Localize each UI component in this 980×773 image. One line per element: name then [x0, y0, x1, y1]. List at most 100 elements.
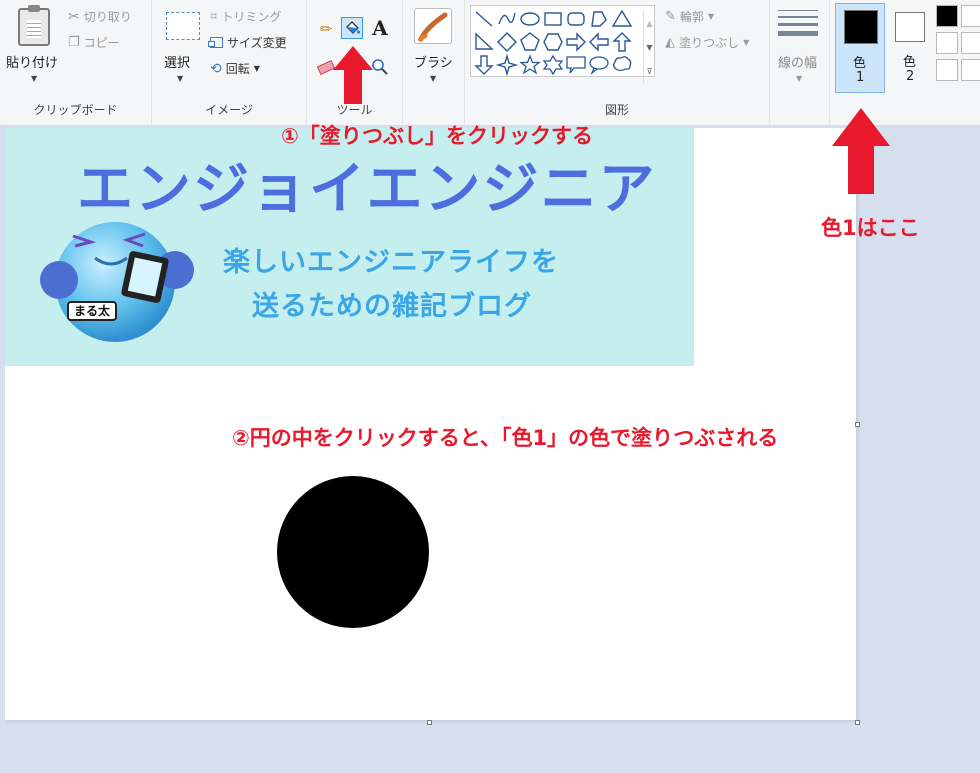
- scissors-icon: ✂: [68, 8, 80, 25]
- rect-callout-shape-icon[interactable]: [565, 54, 587, 76]
- crop-icon: ⌗: [210, 9, 218, 24]
- outline-brush-icon: ✎: [665, 9, 676, 24]
- resize-icon: [208, 37, 223, 48]
- banner-title: エンジョイエンジニア: [77, 157, 657, 222]
- brushes-label: ブラシ: [414, 56, 453, 71]
- color1-label-top: 色: [853, 56, 867, 71]
- mascot-name-tag: まる太: [67, 301, 117, 321]
- shapes-gallery-scroll[interactable]: ▲ ▼ ⊽: [643, 11, 655, 83]
- chevron-down-icon: ▼: [253, 64, 260, 73]
- rotate-button[interactable]: ⟲ 回転 ▼: [210, 60, 260, 77]
- paste-label: 貼り付け: [6, 56, 59, 71]
- palette-swatch[interactable]: [936, 32, 958, 54]
- cut-button[interactable]: ✂ 切り取り: [68, 8, 132, 25]
- color2-button[interactable]: 色 2: [888, 3, 932, 93]
- triangle-shape-icon[interactable]: [611, 8, 633, 30]
- copy-icon: ❐: [68, 35, 80, 50]
- size-group: 線の幅 ▼: [770, 0, 830, 124]
- color1-swatch: [844, 10, 878, 44]
- expand-gallery-icon[interactable]: ⊽: [647, 67, 653, 76]
- hexagon-shape-icon[interactable]: [542, 31, 564, 53]
- outline-label: 輪郭: [679, 10, 704, 24]
- shape-fill-icon: ◭: [665, 35, 675, 50]
- text-tool-icon[interactable]: A: [369, 16, 391, 40]
- color1-label-bottom: 1: [856, 70, 865, 85]
- brushes-group: ブラシ ▼: [403, 0, 465, 124]
- five-point-star-shape-icon[interactable]: [519, 54, 541, 76]
- color1-button[interactable]: 色 1: [835, 3, 885, 93]
- pencil-icon[interactable]: ✏: [315, 18, 337, 40]
- palette-swatch[interactable]: [961, 5, 980, 27]
- select-label: 選択: [164, 56, 191, 71]
- annotation-color1-note: 色1はここ: [821, 216, 920, 240]
- scroll-up-icon[interactable]: ▲: [646, 19, 652, 28]
- crop-label: トリミング: [221, 10, 282, 24]
- crop-button[interactable]: ⌗ トリミング: [210, 8, 281, 25]
- chevron-down-icon: ▼: [796, 74, 803, 83]
- chevron-down-icon: ▼: [743, 38, 750, 47]
- arrow-up-icon: [333, 46, 373, 104]
- pentagon-shape-icon[interactable]: [519, 31, 541, 53]
- color2-label-top: 色: [903, 55, 917, 70]
- fill-bucket-icon[interactable]: [341, 17, 363, 39]
- palette-swatch[interactable]: [961, 59, 980, 81]
- chevron-down-icon: ▼: [707, 12, 715, 21]
- annotation-step2: ②円の中をクリックすると、「色1」の色で塗りつぶされる: [232, 426, 779, 450]
- select-button[interactable]: 選択 ▼: [152, 0, 208, 96]
- mascot-icon: [40, 222, 194, 342]
- copy-button[interactable]: ❐ コピー: [68, 34, 120, 51]
- left-arrow-shape-icon[interactable]: [588, 31, 610, 53]
- chevron-down-icon: ▼: [31, 74, 38, 83]
- size-label: 線の幅: [778, 56, 818, 71]
- size-button[interactable]: 線の幅 ▼: [770, 0, 830, 96]
- color2-label-bottom: 2: [906, 69, 915, 84]
- up-arrow-shape-icon[interactable]: [611, 31, 633, 53]
- rotate-label: 回転: [225, 62, 250, 76]
- clipboard-group: 貼り付け ▼ ✂ 切り取り ❐ コピー クリップボード: [0, 0, 152, 124]
- chevron-down-icon: ▼: [177, 74, 184, 83]
- banner-subtitle-line2: 送るための雑記ブログ: [252, 291, 532, 322]
- outline-button[interactable]: ✎ 輪郭 ▼: [665, 8, 714, 25]
- chevron-down-icon: ▼: [430, 74, 437, 83]
- four-point-star-shape-icon[interactable]: [495, 53, 519, 77]
- shape-fill-label: 塗りつぶし: [679, 36, 740, 50]
- rectangle-shape-icon[interactable]: [542, 8, 564, 30]
- palette-swatch-black[interactable]: [936, 5, 958, 27]
- cut-label: 切り取り: [83, 10, 132, 24]
- paste-button[interactable]: 貼り付け ▼: [0, 0, 66, 96]
- cloud-callout-shape-icon[interactable]: [611, 54, 633, 76]
- shapes-group: ▲ ▼ ⊽ ✎ 輪郭 ▼ ◭ 塗りつぶし ▼ 図形: [465, 0, 770, 124]
- scroll-down-icon[interactable]: ▼: [646, 43, 652, 52]
- shape-fill-button[interactable]: ◭ 塗りつぶし ▼: [665, 34, 749, 51]
- resize-handle-right[interactable]: [855, 422, 860, 427]
- clipboard-icon: [18, 5, 50, 46]
- copy-label: コピー: [83, 36, 120, 50]
- six-point-star-shape-icon[interactable]: [542, 54, 564, 76]
- resize-label: サイズ変更: [227, 36, 287, 50]
- brushes-button[interactable]: ブラシ ▼: [403, 0, 465, 96]
- shapes-gallery: ▲ ▼ ⊽: [470, 5, 655, 83]
- palette-swatch[interactable]: [961, 32, 980, 54]
- clipboard-group-label: クリップボード: [33, 103, 118, 117]
- palette-swatch[interactable]: [936, 59, 958, 81]
- right-arrow-shape-icon[interactable]: [565, 31, 587, 53]
- annotation-step1: ①「塗りつぶし」をクリックする: [281, 124, 593, 148]
- line-shape-icon[interactable]: [473, 8, 495, 30]
- diamond-shape-icon[interactable]: [496, 31, 518, 53]
- resize-button[interactable]: サイズ変更: [208, 34, 287, 51]
- black-circle[interactable]: [275, 474, 431, 630]
- blog-banner: エンジョイエンジニア まる太 楽しいエンジニアライフを 送るための雑記ブログ: [5, 128, 694, 366]
- rotate-icon: ⟲: [210, 60, 222, 77]
- image-group: 選択 ▼ ⌗ トリミング サイズ変更 ⟲ 回転 ▼ イメージ: [152, 0, 307, 124]
- oval-shape-icon[interactable]: [519, 8, 541, 30]
- resize-handle-corner[interactable]: [855, 720, 860, 725]
- image-group-label: イメージ: [205, 103, 253, 117]
- oval-callout-shape-icon[interactable]: [588, 54, 610, 76]
- rounded-rectangle-shape-icon[interactable]: [565, 8, 587, 30]
- curve-shape-icon[interactable]: [496, 8, 518, 30]
- polygon-shape-icon[interactable]: [588, 8, 610, 30]
- resize-handle-bottom[interactable]: [427, 720, 432, 725]
- arrow-up-icon: [832, 108, 890, 194]
- right-triangle-shape-icon[interactable]: [473, 31, 495, 53]
- down-arrow-shape-icon[interactable]: [473, 54, 495, 76]
